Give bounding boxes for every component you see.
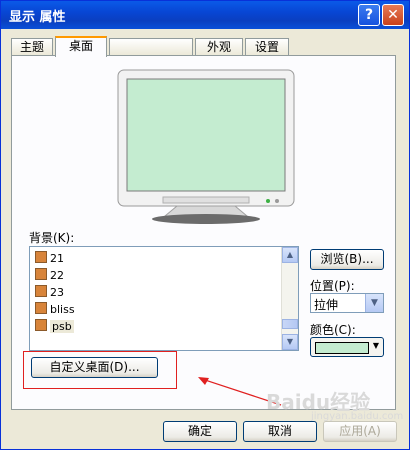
list-item[interactable]: 23 xyxy=(35,284,64,301)
list-item-selected[interactable]: psb xyxy=(35,318,74,335)
close-button[interactable]: ✕ xyxy=(382,4,404,26)
title-bar[interactable]: 显示 属性 ? ✕ xyxy=(1,1,409,29)
browse-button[interactable]: 浏览(B)... xyxy=(310,249,384,270)
image-file-icon xyxy=(35,285,47,297)
chevron-down-icon: ▼ xyxy=(372,341,379,350)
image-file-icon xyxy=(35,302,47,314)
list-item[interactable]: 22 xyxy=(35,267,64,284)
tab-themes[interactable]: 主题 xyxy=(11,38,53,55)
tab-appearance[interactable]: 外观 xyxy=(195,38,243,55)
tab-desktop[interactable]: 桌面 xyxy=(55,36,107,57)
list-scrollbar[interactable]: ▲ ▼ xyxy=(281,247,298,350)
position-value: 拉伸 xyxy=(314,298,339,312)
ok-button[interactable]: 确定 xyxy=(163,421,237,442)
display-properties-window: 显示 属性 ? ✕ 主题 桌面 外观 设置 背景(K): 21 22 23 bl… xyxy=(0,0,410,450)
list-item[interactable]: bliss xyxy=(35,301,75,318)
cancel-button[interactable]: 取消 xyxy=(243,421,317,442)
color-swatch xyxy=(315,342,369,354)
monitor-preview xyxy=(117,69,295,224)
background-list[interactable]: 21 22 23 bliss psb ▲ ▼ xyxy=(29,246,299,351)
position-select[interactable]: 拉伸 ▼ xyxy=(310,293,384,313)
scroll-down-icon[interactable]: ▼ xyxy=(282,334,298,350)
color-label: 颜色(C): xyxy=(310,323,356,337)
scroll-up-icon[interactable]: ▲ xyxy=(282,247,298,263)
window-title: 显示 属性 xyxy=(9,10,66,25)
scroll-thumb[interactable] xyxy=(282,319,298,329)
image-file-icon xyxy=(35,319,47,331)
image-file-icon xyxy=(35,268,47,280)
chevron-down-icon[interactable]: ▼ xyxy=(365,294,383,312)
position-label: 位置(P): xyxy=(310,279,355,293)
help-button[interactable]: ? xyxy=(358,4,380,26)
tab-blank[interactable] xyxy=(109,38,193,55)
tab-settings[interactable]: 设置 xyxy=(245,38,289,55)
annotation-highlight-box xyxy=(23,351,177,389)
list-item[interactable]: 21 xyxy=(35,250,64,267)
image-file-icon xyxy=(35,251,47,263)
color-picker-button[interactable]: ▼ xyxy=(310,337,384,357)
background-label: 背景(K): xyxy=(29,231,75,245)
apply-button[interactable]: 应用(A) xyxy=(323,421,397,442)
